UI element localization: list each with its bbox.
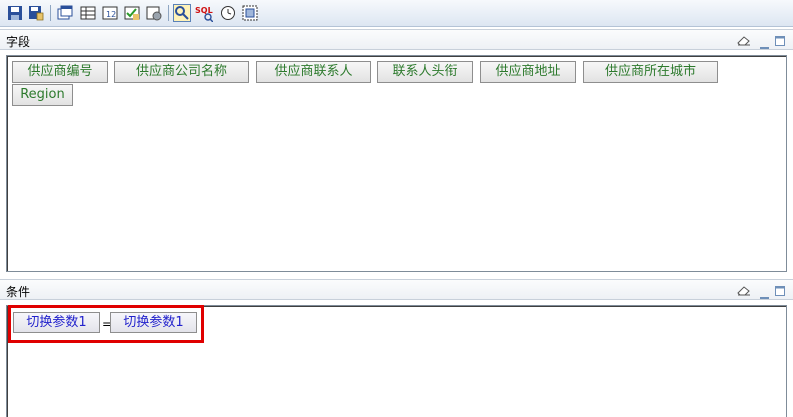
eraser-icon[interactable] [737,284,751,299]
eraser-icon[interactable] [737,34,751,49]
field-button[interactable]: 供应商地址 [480,61,576,83]
field-button[interactable]: 供应商所在城市 [583,61,718,83]
conditions-panel-title: 条件 [6,285,31,299]
save-as-icon[interactable] [27,4,45,22]
svg-text:SQL: SQL [195,6,213,15]
toolbar-separator [168,5,169,21]
field-button[interactable]: 供应商联系人 [256,61,371,83]
toolbar: 12 SQL [0,0,793,27]
check-icon[interactable] [123,4,141,22]
field-button[interactable]: Region [12,84,73,106]
parameter-icon[interactable]: 12 [101,4,119,22]
condition-highlight-box [8,305,204,343]
fields-panel-header: 字段 [0,29,793,50]
minimize-icon[interactable] [760,39,769,53]
conditions-panel-header: 条件 [0,279,793,300]
window-icon[interactable] [56,4,74,22]
svg-text:12: 12 [106,10,116,19]
fields-panel-body: 供应商编号 供应商公司名称 供应商联系人 联系人头衔 供应商地址 供应商所在城市… [6,55,787,272]
search-icon[interactable] [173,4,191,22]
sql-icon[interactable]: SQL [195,4,213,22]
fields-panel-title: 字段 [6,35,31,49]
field-button[interactable]: 供应商公司名称 [114,61,249,83]
settings-icon[interactable] [145,4,163,22]
field-button[interactable]: 联系人头衔 [377,61,473,83]
save-icon[interactable] [6,4,24,22]
maximize-icon[interactable] [775,35,785,49]
toolbar-separator [50,5,51,21]
table-icon[interactable] [79,4,97,22]
grid-icon[interactable] [241,4,259,22]
minimize-icon[interactable] [760,289,769,303]
maximize-icon[interactable] [775,285,785,299]
field-button[interactable]: 供应商编号 [12,61,108,83]
clock-icon[interactable] [219,4,237,22]
